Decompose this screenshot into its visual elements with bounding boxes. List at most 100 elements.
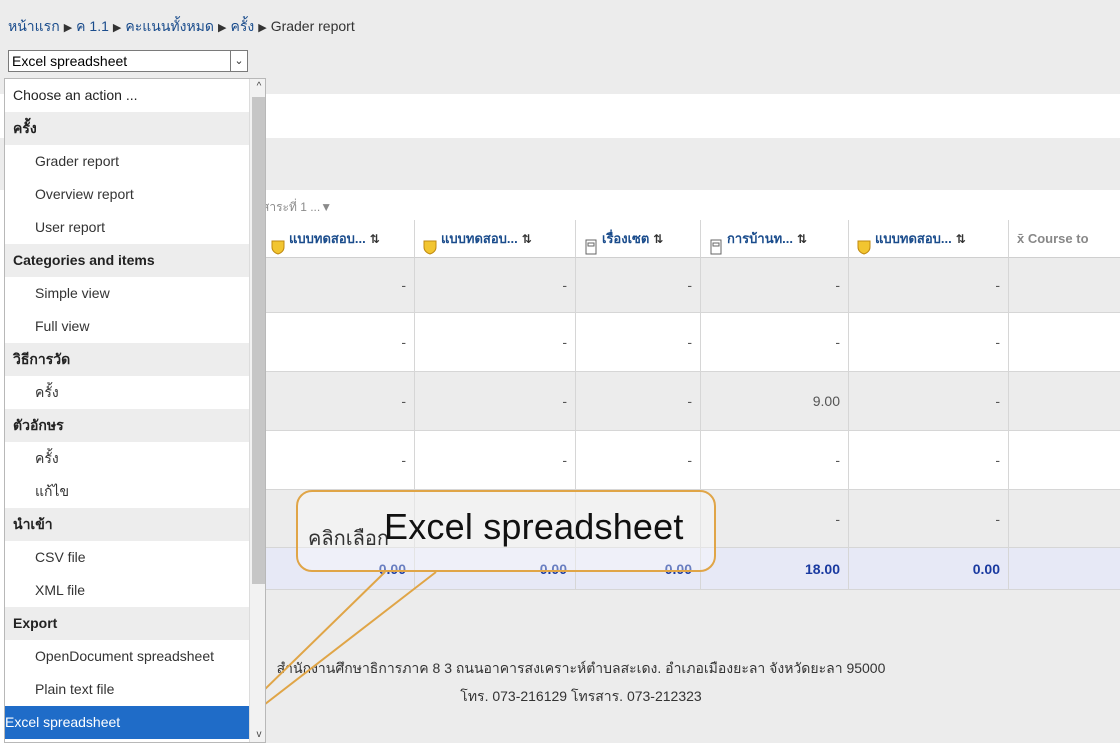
course-total-cell [1008,431,1120,489]
dropdown-group-header: วิธีการวัด [5,343,249,376]
dropdown-group-header: Export [5,607,249,640]
quiz-icon [271,232,285,255]
callout-text: Excel spreadsheet [384,506,684,547]
grade-cell[interactable]: - [414,258,575,312]
grade-cell[interactable]: - [575,431,700,489]
grade-cell[interactable]: - [262,313,414,371]
column-header[interactable]: เรื่องเซต ⇅ [575,220,700,258]
breadcrumb-separator: ▶ [258,22,267,34]
course-total-cell [1008,548,1120,589]
assignment-icon [584,232,598,255]
dropdown-option[interactable]: Overview report [5,178,249,211]
report-action-select[interactable]: Excel spreadsheet ⌄ [8,50,248,72]
assignment-icon [709,232,723,255]
breadcrumb-course-link[interactable]: ค 1.1 [76,18,109,34]
dropdown-scrollbar[interactable]: ^ v [249,79,265,742]
course-total-cell [1008,372,1120,430]
quiz-icon [423,232,437,255]
table-row: - - - - - [262,258,1120,313]
dropdown-group-header: ตัวอักษร [5,409,249,442]
dropdown-option[interactable]: Simple view [5,277,249,310]
dropdown-option[interactable]: ครั้ง [5,376,249,409]
grade-cell[interactable]: - [700,258,848,312]
scroll-up-icon[interactable]: ^ [250,79,265,95]
table-row: - - - - - [262,313,1120,372]
sort-icon[interactable]: ⇅ [370,232,380,246]
course-total-cell [1008,313,1120,371]
column-header-label: แบบทดสอบ... [441,231,518,246]
breadcrumb-grades-link[interactable]: คะแนนทั้งหมด [125,18,214,34]
breadcrumb-current: Grader report [270,18,355,34]
grade-cell[interactable]: - [848,313,1008,371]
selected-value: Excel spreadsheet [12,53,128,69]
sort-icon[interactable]: ⇅ [653,232,663,246]
column-header[interactable]: แบบทดสอบ... ⇅ [262,220,414,258]
breadcrumb-teacher-link[interactable]: ครั้ง [230,18,254,34]
dropdown-option[interactable]: ครั้ง [5,442,249,475]
column-header-label: เรื่องเซต [602,231,650,246]
grade-cell[interactable]: - [575,372,700,430]
grade-cell[interactable]: - [848,372,1008,430]
dropdown-option[interactable]: XML file [5,574,249,607]
callout-prefix: คลิกเลือก [308,528,389,550]
category-caption[interactable]: สาระที่ 1 ...▼ [262,198,332,217]
chevron-down-icon[interactable]: ⌄ [230,51,247,71]
column-header-label: แบบทดสอบ... [875,231,952,246]
grade-cell[interactable]: - [700,313,848,371]
dropdown-group-header: ครั้ง [5,112,249,145]
table-footer-band [262,590,1120,628]
dropdown-group-header: Categories and items [5,244,249,277]
course-total-label: x̄ Course to [1017,231,1089,246]
action-dropdown-list[interactable]: Choose an action ... ครั้ง Grader report Ov… [4,78,266,743]
average-cell: 18.00 [700,548,848,589]
grade-cell[interactable]: 9.00 [700,372,848,430]
course-total-header[interactable]: x̄ Course to [1008,220,1120,258]
average-cell: 0.00 [848,548,1008,589]
dropdown-option[interactable]: Grader report [5,145,249,178]
grade-cell[interactable]: - [262,258,414,312]
grade-cell[interactable]: - [262,372,414,430]
grade-cell[interactable]: - [848,431,1008,489]
dropdown-option[interactable]: User report [5,211,249,244]
course-total-cell [1008,258,1120,312]
table-row: - - - - - [262,431,1120,490]
sort-icon[interactable]: ⇅ [956,232,966,246]
grade-cell[interactable]: - [575,258,700,312]
column-header[interactable]: แบบทดสอบ... ⇅ [414,220,575,258]
footer-address: สำนักงานศึกษาธิการภาค 8 3 ถนนอาคารสงเครา… [276,660,886,676]
column-header[interactable]: แบบทดสอบ... ⇅ [848,220,1008,258]
scroll-down-icon[interactable]: v [250,727,265,742]
dropdown-option[interactable]: Choose an action ... [5,79,249,112]
dropdown-option[interactable]: CSV file [5,541,249,574]
grade-cell[interactable]: - [414,313,575,371]
scrollbar-thumb[interactable] [252,97,265,584]
instruction-callout: คลิกเลือก Excel spreadsheet [296,490,716,572]
grade-cell[interactable]: - [848,258,1008,312]
breadcrumb-separator: ▶ [112,22,122,34]
breadcrumb-separator: ▶ [63,22,73,34]
grade-cell[interactable]: - [700,431,848,489]
breadcrumb-separator: ▶ [218,22,227,34]
grade-cell[interactable]: - [700,490,848,547]
dropdown-option[interactable]: OpenDocument spreadsheet [5,640,249,673]
table-row: - - - 9.00 - [262,372,1120,431]
page-footer: สำนักงานศึกษาธิการภาค 8 3 ถนนอาคารสงเครา… [262,628,1120,743]
dropdown-option[interactable]: Full view [5,310,249,343]
breadcrumb: หน้าแรก ▶ ค 1.1 ▶ คะแนนทั้งหมด ▶ ครั้ง ▶ Grader … [8,16,355,38]
grade-cell[interactable]: - [414,372,575,430]
grade-cell[interactable]: - [848,490,1008,547]
dropdown-group-header: นำเข้า [5,508,249,541]
grade-cell[interactable]: - [414,431,575,489]
column-header-label: การบ้านท... [727,231,793,246]
quiz-icon [857,232,871,255]
grade-cell[interactable]: - [262,431,414,489]
sort-icon[interactable]: ⇅ [797,232,807,246]
column-header-label: แบบทดสอบ... [289,231,366,246]
dropdown-option[interactable]: Excel spreadsheet [5,706,249,739]
dropdown-option[interactable]: แก้ไข [5,475,249,508]
dropdown-option[interactable]: Plain text file [5,673,249,706]
breadcrumb-home-link[interactable]: หน้าแรก [8,18,60,34]
column-header[interactable]: การบ้านท... ⇅ [700,220,848,258]
grade-cell[interactable]: - [575,313,700,371]
sort-icon[interactable]: ⇅ [522,232,532,246]
